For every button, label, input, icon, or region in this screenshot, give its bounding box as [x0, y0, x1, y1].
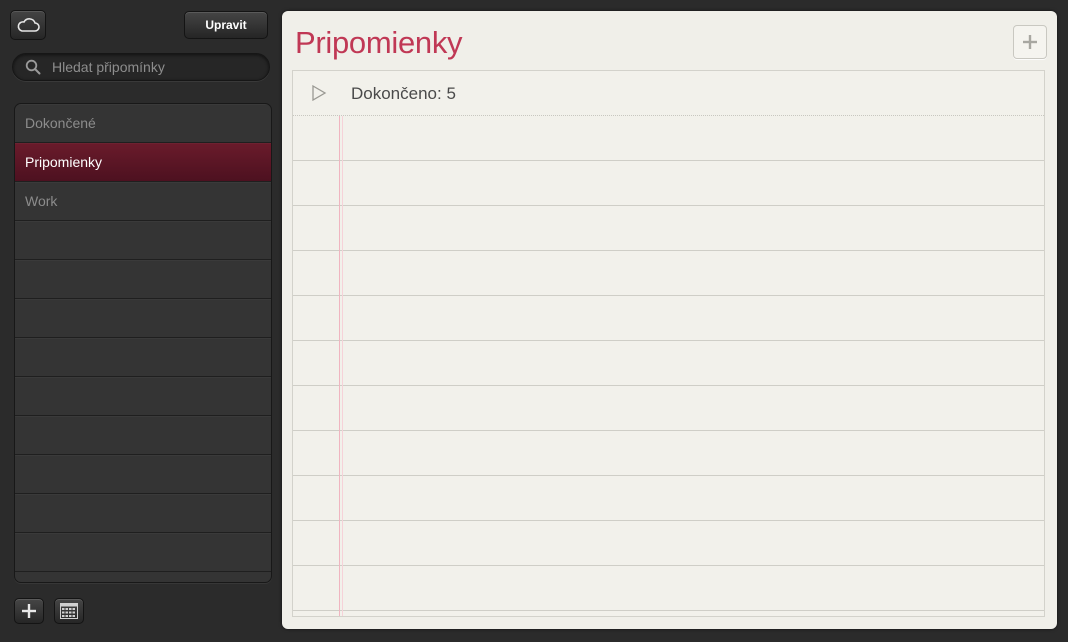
cloud-icon: [17, 18, 40, 32]
page-title: Pripomienky: [295, 25, 463, 60]
add-reminder-button[interactable]: [1013, 25, 1047, 59]
reminders-paper: Pripomienky Dokončeno: 5: [282, 11, 1057, 629]
calendar-button[interactable]: [54, 598, 84, 624]
list-item-work[interactable]: Work: [15, 182, 271, 221]
disclosure-triangle-icon: [312, 85, 327, 101]
search-placeholder: Hledat připomínky: [52, 59, 165, 75]
reminders-sheet[interactable]: Dokončeno: 5: [292, 70, 1045, 617]
list-empty-row: [15, 494, 271, 533]
list-item-label: Work: [25, 193, 58, 209]
list-empty-row: [15, 416, 271, 455]
list-item-label: Dokončené: [25, 115, 96, 131]
search-icon: [24, 58, 42, 76]
list-item-completed[interactable]: Dokončené: [15, 104, 271, 143]
margin-line: [339, 116, 343, 616]
list-empty-row: [15, 533, 271, 572]
list-empty-row: [15, 377, 271, 416]
list-empty-row: [15, 455, 271, 494]
icloud-button[interactable]: [10, 10, 46, 40]
plus-icon: [1023, 35, 1037, 49]
plus-icon: [22, 604, 36, 618]
list-empty-row: [15, 260, 271, 299]
list-empty-row: [15, 221, 271, 260]
lists-panel: Dokončené Pripomienky Work: [14, 103, 272, 583]
list-item-pripomienky[interactable]: Pripomienky: [15, 143, 271, 182]
list-item-label: Pripomienky: [25, 154, 103, 170]
edit-button[interactable]: Upravit: [184, 11, 268, 39]
ruled-lines: [293, 115, 1044, 616]
list-empty-row: [15, 338, 271, 377]
calendar-icon: [60, 603, 78, 619]
search-field[interactable]: Hledat připomínky: [12, 53, 270, 81]
add-list-button[interactable]: [14, 598, 44, 624]
list-empty-row: [15, 299, 271, 338]
completed-toggle-row[interactable]: Dokončeno: 5: [293, 71, 1044, 115]
completed-count-label: Dokončeno: 5: [351, 84, 456, 103]
